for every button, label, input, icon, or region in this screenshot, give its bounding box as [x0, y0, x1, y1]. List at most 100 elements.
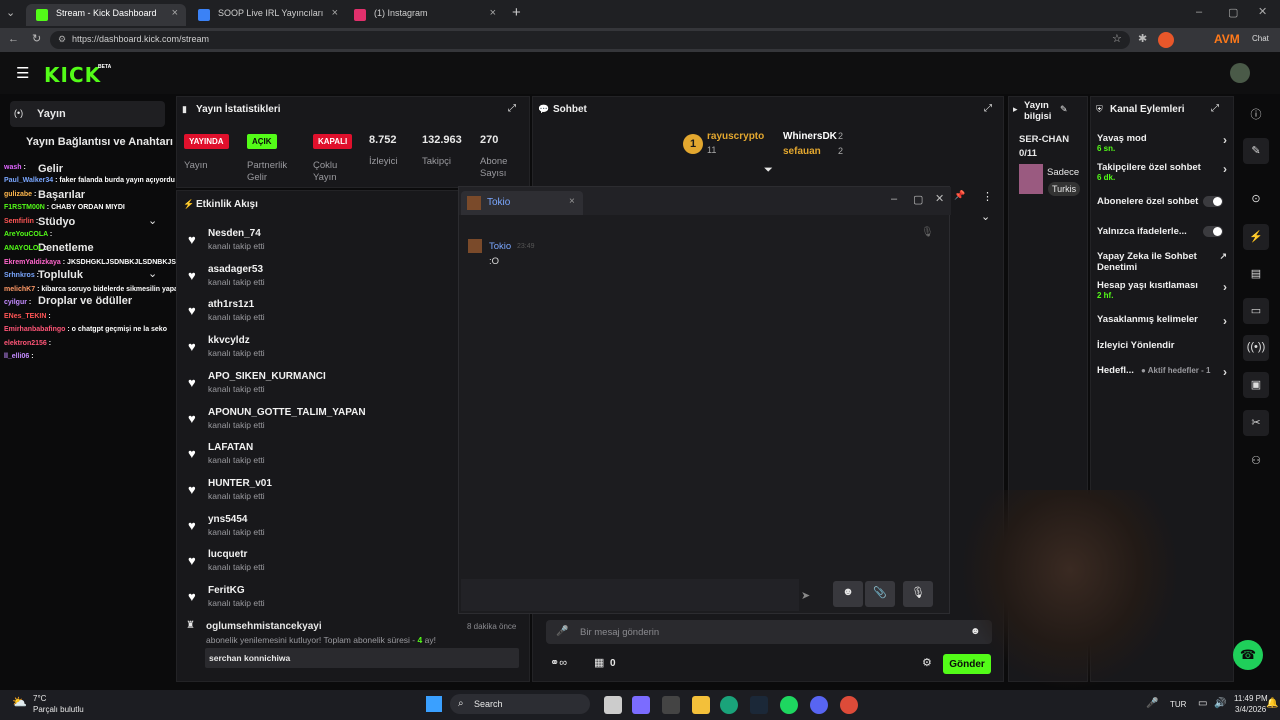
minimize-icon[interactable]: –	[891, 193, 897, 205]
taskview-icon[interactable]	[604, 696, 622, 714]
action-item[interactable]: Abonelere özel sohbet	[1097, 196, 1227, 207]
emoji-icon[interactable]: ☻	[833, 581, 863, 607]
follower-name[interactable]: lucquetr	[208, 549, 247, 560]
action-item[interactable]: Yasaklanmış kelimeler ›	[1097, 314, 1227, 328]
tab-instagram[interactable]: (1) Instagram ×	[344, 4, 504, 26]
follower-name[interactable]: asadager53	[208, 264, 263, 275]
popup-input[interactable]	[461, 579, 799, 611]
lang-indicator[interactable]: TUR	[1170, 700, 1186, 709]
reload-icon[interactable]: ↻	[32, 32, 41, 45]
info-icon[interactable]: ⓘ	[1243, 100, 1269, 126]
maximize-icon[interactable]: ▢	[913, 193, 923, 206]
follower-name[interactable]: HUNTER_v01	[208, 478, 272, 489]
store-icon[interactable]	[662, 696, 680, 714]
expand-icon[interactable]: ⤢	[984, 103, 992, 114]
infinity-icon[interactable]: ⚭∞	[550, 656, 567, 669]
chat-icon[interactable]: ▭	[1243, 298, 1269, 324]
group-icon[interactable]: ⚇	[1243, 448, 1269, 474]
sidebar-item-studio[interactable]: Stüdyo	[38, 216, 75, 228]
follower-name[interactable]: APONUN_GOTTE_TALIM_YAPAN	[208, 407, 366, 418]
sidebar-item-yayin[interactable]: (•) Yayın	[10, 101, 165, 127]
edge-icon[interactable]	[720, 696, 738, 714]
volume-icon[interactable]: 🔊	[1214, 698, 1226, 709]
action-item[interactable]: Yalnızca ifadelerle...	[1097, 226, 1227, 237]
layout-icon[interactable]: ▣	[1243, 372, 1269, 398]
send-icon[interactable]: ➤	[801, 589, 810, 602]
chevron-down-icon[interactable]: ⏷	[764, 164, 773, 177]
discord-icon[interactable]	[810, 696, 828, 714]
chat-input[interactable]: 🎤 Bir mesaj gönderin ☻	[546, 620, 992, 644]
user-avatar[interactable]	[1230, 63, 1250, 83]
chrome-icon[interactable]	[840, 696, 858, 714]
action-item[interactable]: Yapay Zeka ile Sohbet Denetimi ↗	[1097, 251, 1227, 273]
toggle-switch[interactable]	[1203, 226, 1223, 237]
follower-name[interactable]: kkvcyldz	[208, 335, 250, 346]
lightning-icon[interactable]: ⚡	[1243, 224, 1269, 250]
notification-icon[interactable]: 🔔	[1266, 698, 1278, 709]
minimize-icon[interactable]: –	[1196, 6, 1202, 18]
follower-name[interactable]: APO_SIKEN_KURMANCI	[208, 371, 326, 382]
close-icon[interactable]: ×	[172, 7, 178, 19]
chevron-down-icon[interactable]: ⌄	[148, 214, 157, 227]
more-icon[interactable]: ⋮	[982, 190, 993, 203]
sidebar-item-community[interactable]: Topluluk	[38, 269, 83, 281]
action-item[interactable]: Yavaş mod 6 sn. ›	[1097, 133, 1227, 153]
chat-button[interactable]: Chat	[1252, 34, 1269, 43]
sidebar-item-stream-key[interactable]: Yayın Bağlantısı ve Anahtarı	[26, 136, 173, 148]
mic-icon[interactable]: 🎤	[1146, 698, 1158, 709]
broadcast-icon[interactable]: ((•))	[1243, 335, 1269, 361]
url-field[interactable]: ⚙ https://dashboard.kick.com/stream	[50, 31, 1130, 49]
follower-name[interactable]: LAFATAN	[208, 442, 253, 453]
popup-tab[interactable]: Tokio ×	[461, 191, 583, 215]
maximize-icon[interactable]: ▢	[1228, 6, 1238, 19]
star-icon[interactable]: ☆	[1112, 32, 1122, 45]
close-icon[interactable]: ×	[569, 196, 575, 207]
action-item[interactable]: Hesap yaşı kısıtlaması 2 hf. ›	[1097, 280, 1227, 300]
action-item[interactable]: İzleyici Yönlendir	[1097, 340, 1227, 351]
edit-icon[interactable]: ✎	[1060, 104, 1068, 115]
close-icon[interactable]: ×	[490, 7, 496, 19]
sidebar-item-drops[interactable]: Droplar ve ödüller	[38, 295, 132, 307]
support-icon[interactable]: ☎	[1233, 640, 1263, 670]
folder-icon[interactable]	[692, 696, 710, 714]
target-icon[interactable]: ⊙	[1243, 186, 1269, 212]
tab-list-icon[interactable]: ⌄	[6, 6, 15, 19]
follower-name[interactable]: ath1rs1z1	[208, 299, 254, 310]
site-info-icon[interactable]: ⚙	[58, 34, 66, 45]
tab-soop[interactable]: SOOP Live IRL Yayıncıları ×	[188, 4, 346, 26]
document-icon[interactable]: ▤	[1243, 261, 1269, 287]
pin-icon[interactable]: 📌	[954, 190, 965, 201]
pencil-icon[interactable]: ✎	[1243, 138, 1269, 164]
voice-icon[interactable]: 🎙	[903, 581, 933, 607]
follower-name[interactable]: Nesden_74	[208, 228, 261, 239]
toggle-switch[interactable]	[1203, 196, 1223, 207]
new-tab-icon[interactable]: +	[512, 4, 521, 21]
windows-icon[interactable]	[426, 696, 442, 712]
close-icon[interactable]: ×	[332, 7, 338, 19]
follower-name[interactable]: yns5454	[208, 514, 247, 525]
kick-logo[interactable]: KICK	[44, 63, 101, 87]
sidebar-item-revenue[interactable]: Gelir	[38, 163, 63, 175]
mic-icon[interactable]: 🎤	[556, 626, 568, 637]
leader-name[interactable]: rayuscrypto	[707, 131, 764, 142]
attach-icon[interactable]: 📎	[865, 581, 895, 607]
sidebar-item-achievements[interactable]: Başarılar	[38, 189, 85, 201]
extension-label[interactable]: AVM	[1214, 32, 1240, 46]
extension-icon[interactable]: ✱	[1138, 32, 1147, 45]
action-item[interactable]: Takipçilere özel sohbet 6 dk. ›	[1097, 162, 1227, 182]
window-close-icon[interactable]: ✕	[1258, 5, 1267, 18]
leader-name[interactable]: WhinersDK	[783, 131, 837, 142]
back-icon[interactable]: ←	[8, 33, 19, 45]
expand-icon[interactable]: ⤢	[1211, 103, 1219, 114]
copilot-icon[interactable]	[632, 696, 650, 714]
wrench-icon[interactable]: ✂	[1243, 410, 1269, 436]
leader-name[interactable]: sefauan	[783, 146, 821, 157]
steam-icon[interactable]	[750, 696, 768, 714]
follower-name[interactable]: FeritKG	[208, 585, 245, 596]
tab-kick-dashboard[interactable]: Stream - Kick Dashboard ×	[26, 4, 186, 26]
network-icon[interactable]: ▭	[1198, 698, 1207, 709]
action-item[interactable]: Hedefl... ● Aktif hedefler - 1 ›	[1097, 365, 1227, 379]
chevron-down-icon[interactable]: ⌄	[981, 210, 990, 223]
message-user[interactable]: Tokio	[489, 241, 511, 252]
spotify-icon[interactable]	[780, 696, 798, 714]
